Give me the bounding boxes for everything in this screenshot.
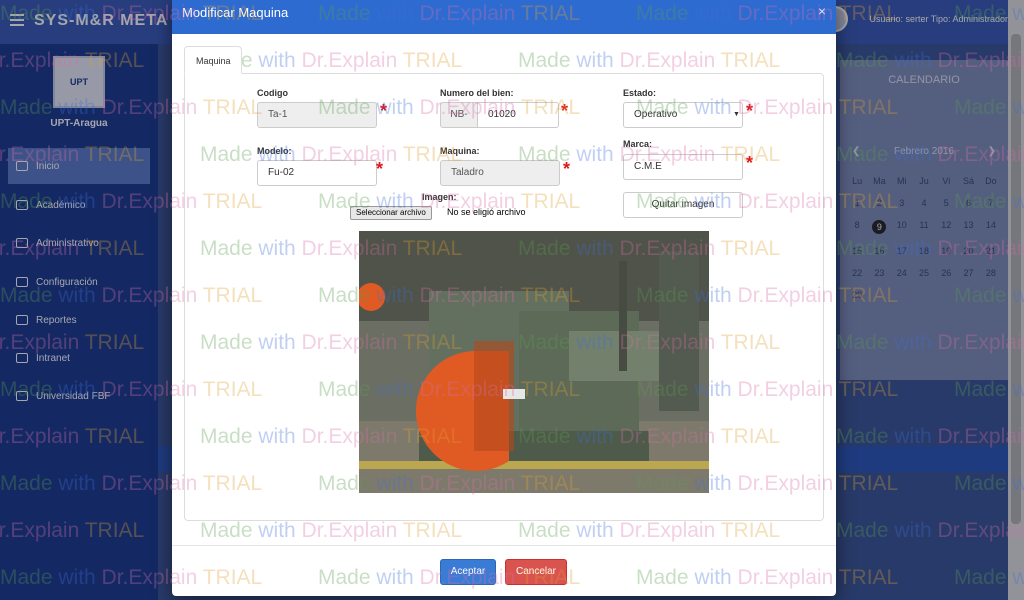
- file-status: No se eligió archivo: [447, 207, 526, 217]
- numero-bien-required-mark: *: [561, 101, 569, 121]
- codigo-required-mark: *: [380, 101, 388, 121]
- machine-photo-illustration: [359, 231, 709, 493]
- modelo-required-mark: *: [376, 159, 384, 179]
- maquina-field[interactable]: Taladro: [440, 160, 560, 186]
- dialog-title: Modificar Maquina: [182, 5, 289, 20]
- estado-select[interactable]: Operativo: [623, 102, 743, 128]
- numero-bien-field[interactable]: 01020: [477, 102, 559, 128]
- codigo-label: Codigo: [257, 88, 288, 98]
- numero-bien-prefix: NB-: [440, 102, 478, 128]
- codigo-field[interactable]: Ta-1: [257, 102, 377, 128]
- dialog-header: Modificar Maquina ×: [172, 0, 836, 34]
- modify-machine-dialog: Modificar Maquina × Maquina Codigo Ta-1 …: [172, 0, 836, 596]
- maquina-required-mark: *: [563, 159, 571, 179]
- marca-label: Marca:: [623, 139, 653, 149]
- select-file-button[interactable]: Seleccionar archivo: [350, 206, 432, 220]
- tab-maquina[interactable]: Maquina: [184, 46, 242, 74]
- close-icon[interactable]: ×: [818, 3, 826, 19]
- estado-label: Estado:: [623, 88, 657, 98]
- cancel-button[interactable]: Cancelar: [505, 559, 567, 585]
- estado-required-mark: *: [746, 101, 754, 121]
- chevron-down-icon: ▼: [733, 111, 740, 118]
- accept-button[interactable]: Aceptar: [440, 559, 496, 585]
- modelo-label: Modelo:: [257, 146, 292, 156]
- imagen-label: Imagen:: [422, 192, 457, 202]
- machine-photo: [359, 231, 709, 493]
- modelo-field[interactable]: Fu-02: [257, 160, 377, 186]
- maquina-label: Maquina:: [440, 146, 480, 156]
- numero-bien-label: Numero del bien:: [440, 88, 514, 98]
- dialog-footer-divider: [172, 545, 836, 546]
- marca-field[interactable]: C.M.E: [623, 154, 743, 180]
- remove-image-button[interactable]: Quitar imagen: [623, 192, 743, 218]
- marca-required-mark: *: [746, 153, 754, 173]
